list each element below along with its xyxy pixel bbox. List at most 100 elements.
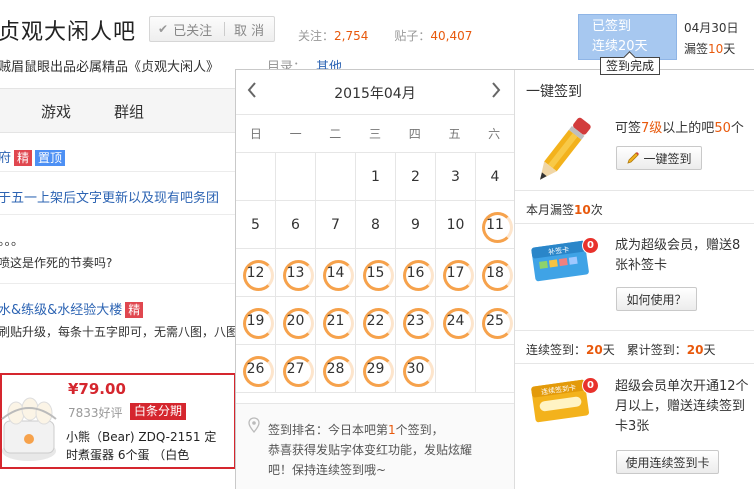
signin-rank: 签到排名：今日本吧第1个签到， 恭喜获得发贴字体变红功能，发贴炫耀 吧！保持连续… (236, 403, 514, 489)
day-number: 27 (286, 360, 305, 377)
missed-count: 10 (708, 42, 724, 56)
day-number: 19 (246, 312, 265, 329)
continuous-label: 连续签到： (526, 343, 587, 357)
check-icon: ✔ (158, 22, 169, 36)
calendar-day: 3 (436, 153, 476, 201)
day-number: 15 (366, 264, 385, 281)
signin-status: 已签到 (592, 19, 632, 34)
weekday-label: 日 (249, 127, 262, 141)
day-number: 8 (371, 216, 380, 233)
thread-title[interactable]: 水&练级&水经验大楼精 (0, 299, 144, 318)
calendar-day-empty (316, 153, 356, 201)
missed-month: 本月漏签10次 (526, 201, 603, 218)
day-number: 23 (406, 312, 425, 329)
calendar-day-signed: 18 (476, 249, 514, 297)
divider (0, 283, 236, 284)
missed-month-count: 10 (574, 203, 591, 217)
makeup-card-text: 成为超级会员，赠送8张补签卡 (615, 238, 741, 273)
day-number: 3 (451, 168, 460, 185)
signin-info: 04月30日 漏签10天 (684, 18, 739, 60)
calendar-day-signed: 24 (436, 297, 476, 345)
badge-pinned: 置顶 (35, 150, 66, 166)
calendar-header: 2015年04月 (236, 70, 514, 114)
missed-suffix: 天 (723, 42, 736, 56)
day-number: 17 (446, 264, 465, 281)
total-unit: 天 (703, 343, 716, 357)
signin-totals: 连续签到：20天 累计签到：20天 (526, 341, 715, 358)
day-number: 16 (406, 264, 425, 281)
chevron-right-icon[interactable] (490, 80, 502, 105)
calendar-day-empty (276, 153, 316, 201)
divider (515, 190, 754, 191)
weekday-label: 二 (329, 127, 342, 141)
thread-text: 府 (0, 151, 12, 166)
signin-right-panel: 一键签到 可签7级以上的吧50个 一键签到 本月漏签10次 补签卡 0 成为超级… (515, 70, 754, 489)
day-number: 5 (251, 216, 260, 233)
calendar-day-signed: 22 (356, 297, 396, 345)
rank-text-line3: 吧！保持连续签到哦~ (268, 463, 387, 477)
one-key-text-b: 以上的吧 (662, 121, 715, 136)
calendar-day: 1 (356, 153, 396, 201)
day-number: 26 (246, 360, 265, 377)
rank-text-b: 个签到， (395, 423, 444, 437)
egg-cooker-image (1, 397, 57, 461)
day-number: 6 (291, 216, 300, 233)
ad-price: ¥79.00 (68, 380, 126, 398)
signin-tooltip: 签到完成 (600, 57, 661, 75)
divider (515, 330, 754, 331)
ad-product-name: 小熊（Bear) ZDQ-2151 定 (66, 430, 217, 444)
day-number: 28 (326, 360, 345, 377)
calendar-day-signed: 29 (356, 345, 396, 393)
cancel-follow-button[interactable]: 取 消 (225, 20, 264, 39)
nav-item-games[interactable]: 游戏 (41, 101, 71, 122)
thread-title[interactable]: 。。。 (0, 230, 24, 249)
rank-number: 1 (388, 423, 396, 437)
thread-title[interactable]: 于五一上架后文字更新以及现有吧务团 (0, 187, 219, 206)
calendar-day-signed: 27 (276, 345, 316, 393)
calendar-day-signed: 16 (396, 249, 436, 297)
calendar-day: 2 (396, 153, 436, 201)
calendar-day-signed: 15 (356, 249, 396, 297)
ad-product-name: 时煮蛋器 6个蛋 （白色 (66, 448, 190, 462)
calendar-day-signed: 28 (316, 345, 356, 393)
calendar-day-signed: 30 (396, 345, 436, 393)
how-to-use-button[interactable]: 如何使用？ (616, 287, 697, 311)
day-number: 10 (446, 216, 465, 233)
card-count-badge: 0 (582, 377, 599, 394)
total-count: 20 (686, 343, 704, 357)
thread-title[interactable]: 府精置顶 (0, 147, 66, 166)
rank-text-a: 签到排名：今日本吧第 (268, 423, 389, 437)
calendar-day-empty (436, 345, 476, 393)
one-key-signin-button[interactable]: 一键签到 (616, 146, 702, 170)
weekday-label: 四 (408, 127, 421, 141)
calendar-day-empty (236, 153, 276, 201)
one-key-count: 50 (714, 121, 731, 136)
day-number: 4 (490, 168, 500, 185)
signin-popup: 2015年04月 日一二三四五六 1 2 3 4 5 6 7 8 9 10 11 12 13 14 15 16… (235, 69, 754, 489)
nav-item-groups[interactable]: 群组 (114, 101, 144, 122)
day-number: 20 (286, 312, 305, 329)
follow-button[interactable]: ✔ 已关注 (150, 20, 224, 39)
calendar-day-signed: 17 (436, 249, 476, 297)
weekday-label: 一 (289, 127, 302, 141)
ad-installment-badge: 白条分期 (130, 403, 187, 420)
post-count-label: 贴子： (394, 29, 431, 43)
calendar-day-signed: 20 (276, 297, 316, 345)
calendar-day: 6 (276, 201, 316, 249)
day-number: 9 (411, 216, 420, 233)
day-number: 11 (486, 216, 504, 233)
one-key-text: 可签7级以上的吧50个 (615, 119, 754, 139)
calendar-grid: 日一二三四五六 1 2 3 4 5 6 7 8 9 10 11 12 13 14 15 16 17 18 19 20 2… (236, 114, 514, 393)
calendar-day-empty (476, 345, 514, 393)
weekday-label: 六 (488, 127, 501, 141)
total-label: 累计签到： (626, 343, 687, 357)
one-key-level: 7级 (641, 121, 663, 136)
calendar-day-signed: 11 (476, 201, 514, 249)
ad-banner[interactable]: ¥79.00 7833好评 白条分期 小熊（Bear) ZDQ-2151 定 时… (0, 373, 236, 469)
follow-group: ✔ 已关注 取 消 (149, 16, 275, 42)
calendar-day-signed: 21 (316, 297, 356, 345)
use-continuous-card-button[interactable]: 使用连续签到卡 (616, 450, 719, 474)
thread-abstract: 刷贴升级，每条十五字即可，无需八图，八图 (0, 325, 239, 339)
post-count: 40,407 (430, 29, 473, 43)
continuous-card-text: 超级会员单次开通12个月以上，赠送连续签到卡3张 (615, 379, 749, 434)
